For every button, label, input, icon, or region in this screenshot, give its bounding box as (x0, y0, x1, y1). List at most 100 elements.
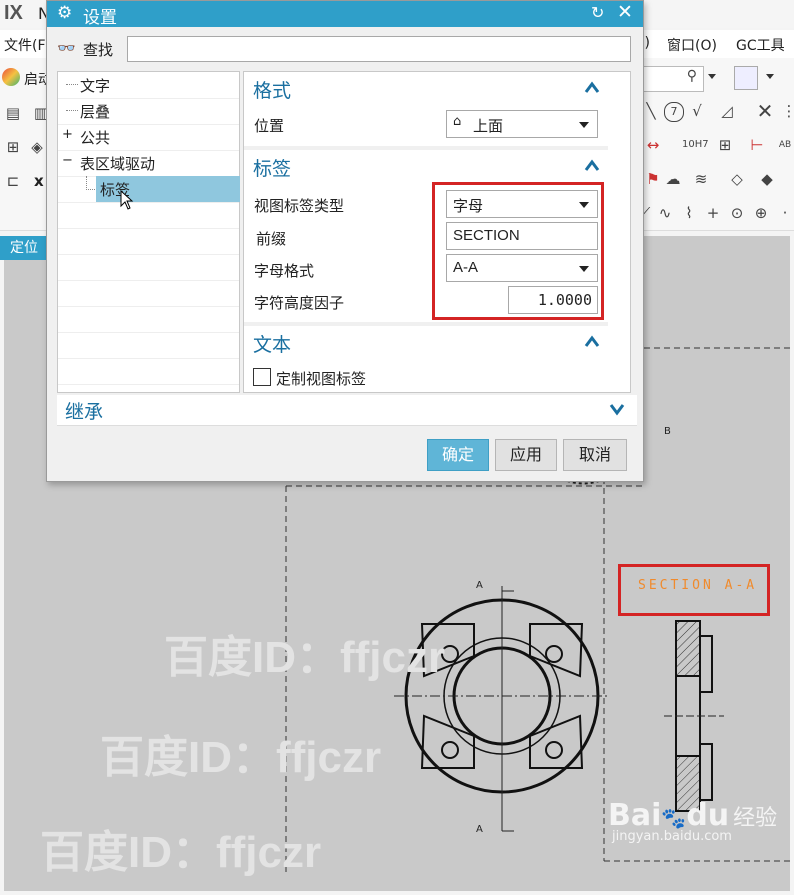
spline-icon[interactable]: ⌇ (680, 204, 698, 222)
binoculars-icon: 👓 (57, 39, 76, 57)
watermark-3: 百度ID：ffjczr (40, 828, 322, 877)
watermark-2: 百度ID：ffjczr (100, 733, 382, 782)
collapse-caret-icon[interactable] (584, 80, 600, 94)
menu-window[interactable]: 窗口(O) (667, 35, 717, 55)
tree-item-label-selected[interactable]: 标签 (58, 176, 240, 210)
layers-icon[interactable]: ◈ (28, 138, 46, 156)
hatch-icon[interactable]: ◇ (728, 170, 746, 188)
prefix-label: 前缀 (256, 230, 287, 248)
tree-empty-row (58, 332, 239, 359)
tree-item-text[interactable]: 文字 (58, 72, 239, 99)
break-line-icon[interactable]: ≋ (692, 170, 710, 188)
tree-connector (66, 84, 78, 85)
tree-empty-row (58, 202, 239, 229)
fit-10h7-icon[interactable]: 10H7 (682, 136, 709, 154)
datum-target-icon[interactable]: ⊢ (748, 136, 766, 154)
toolbar-x-label[interactable]: x (34, 172, 44, 190)
baidu-du-text: du (686, 798, 730, 833)
ok-button[interactable]: 确定 (427, 439, 489, 471)
tree-item-common[interactable]: + 公共 (58, 124, 239, 151)
flag-icon[interactable]: ⚑ (644, 170, 662, 188)
dimension-icon[interactable]: ↔ (644, 136, 662, 154)
area-fill-icon[interactable]: ◆ (758, 170, 776, 188)
tree-empty-row (58, 254, 239, 281)
section-text-header[interactable]: 文本 (244, 326, 608, 358)
axis-label-bottom: A (476, 824, 483, 835)
tree-item-label: 层叠 (80, 103, 111, 121)
tree-item-stacking[interactable]: 层叠 (58, 98, 239, 125)
position-label: 位置 (254, 117, 285, 135)
command-strip[interactable]: 定位 (0, 236, 50, 260)
line-icon[interactable]: ╲ (642, 102, 660, 120)
dropdown-arrow-icon-2[interactable] (766, 74, 774, 79)
fit-view-icon[interactable] (734, 66, 758, 90)
tree-empty-row (58, 358, 239, 385)
char-height-label: 字符高度因子 (254, 294, 345, 312)
cancel-button[interactable]: 取消 (563, 439, 627, 471)
dropdown-arrow-icon[interactable] (708, 74, 716, 79)
weld-symbol-icon[interactable]: 7 (664, 102, 684, 122)
collapse-caret-icon[interactable] (584, 158, 600, 172)
reset-icon[interactable]: ↻ (591, 3, 604, 22)
position-value: 上面 (473, 117, 504, 135)
search-input[interactable] (127, 36, 631, 62)
section-label-title: 标签 (253, 158, 292, 180)
letter-format-label: 字母格式 (254, 262, 315, 280)
close-icon[interactable]: ✕ (617, 1, 633, 23)
surface-finish-icon[interactable]: √ (688, 102, 706, 120)
magnifier-icon: ⚲ (686, 68, 697, 84)
baidu-paw-icon: 🐾 (661, 806, 687, 830)
tree-empty-row (58, 306, 239, 333)
expand-caret-icon[interactable] (609, 403, 625, 417)
dialog-title-bar[interactable]: ⚙ 设置 ↻ ✕ (47, 1, 643, 28)
menu-gc-tools[interactable]: GC工具 (736, 35, 785, 55)
section-format-title: 格式 (253, 80, 292, 102)
toolbar-icon-a[interactable]: ▤ (4, 104, 22, 122)
tree-empty-row (58, 228, 239, 255)
point-icon[interactable]: · (776, 204, 794, 222)
toolbar-icon-c[interactable]: ⊞ (4, 138, 22, 156)
tree-item-table-region[interactable]: − 表区域驱动 (58, 150, 239, 177)
locate-label: 定位 (10, 240, 38, 256)
nx-logo: IX (4, 2, 23, 24)
toolbar-icon-d[interactable]: ⊏ (4, 172, 22, 190)
search-row: 👓 查找 (47, 29, 643, 69)
circle-icon[interactable]: ⊕ (752, 204, 770, 222)
command-finder-box[interactable]: ⚲ (640, 66, 704, 92)
baidu-jingyan-brand: Bai🐾du 经验 jingyan.baidu.com (608, 798, 777, 844)
plus-icon[interactable]: + (704, 204, 722, 222)
menu-file[interactable]: 文件(F (4, 35, 46, 55)
collapse-caret-icon[interactable] (584, 334, 600, 348)
apply-button[interactable]: 应用 (495, 439, 557, 471)
watermark-1: 百度ID：ffjczr (164, 633, 446, 682)
more-icon[interactable]: ⋮ (780, 102, 794, 120)
position-select[interactable]: ⌂ 上面 (446, 110, 598, 138)
section-text-title: 文本 (253, 334, 292, 356)
section-label-header[interactable]: 标签 (244, 150, 608, 182)
label-fields-highlight (432, 182, 604, 320)
section-inherit-header[interactable]: 继承 (57, 395, 637, 426)
feature-control-icon[interactable]: ⊞ (716, 136, 734, 154)
expand-plus-icon[interactable]: + (62, 127, 73, 142)
dialog-title: 设置 (83, 8, 117, 28)
cross-icon[interactable]: ✕ (756, 101, 774, 121)
start-icon[interactable] (2, 68, 20, 86)
sketch-icon[interactable]: ∿ (656, 204, 674, 222)
cloud-icon[interactable]: ☁ (664, 170, 682, 188)
target-icon[interactable]: ⊙ (728, 204, 746, 222)
section-format-header[interactable]: 格式 (244, 72, 608, 104)
collapse-minus-icon[interactable]: − (62, 153, 73, 168)
section-inherit-title: 继承 (65, 401, 104, 423)
drawing-label-b: B (664, 426, 671, 437)
tree-item-label: 表区域驱动 (80, 155, 156, 173)
axis-label-top: A (476, 580, 483, 591)
ab-icon[interactable]: AB (776, 136, 794, 154)
dropdown-arrow-icon (579, 122, 589, 128)
search-label: 查找 (83, 41, 114, 59)
position-above-icon: ⌂ (453, 114, 462, 129)
datum-icon[interactable]: ◿ (718, 102, 736, 120)
gear-icon: ⚙ (57, 3, 73, 23)
settings-tree: 文字 层叠 + 公共 − 表区域驱动 标签 (57, 71, 240, 393)
tree-connector (66, 110, 78, 111)
custom-view-label-checkbox[interactable] (253, 368, 271, 386)
